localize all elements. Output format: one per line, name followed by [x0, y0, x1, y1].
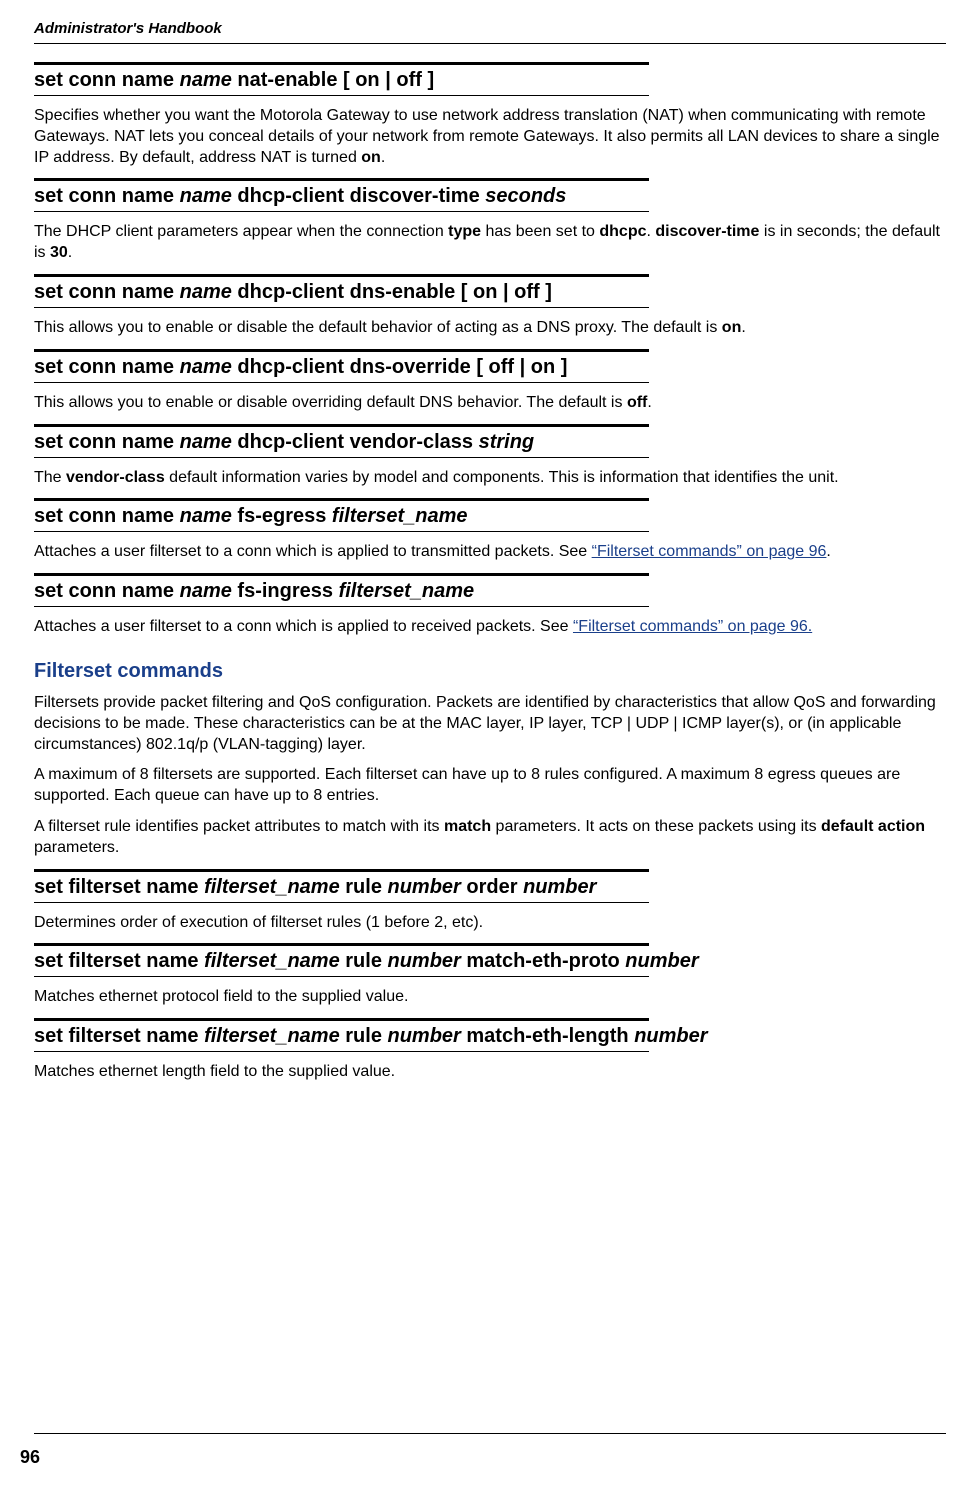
conn-command-description: This allows you to enable or disable ove…: [34, 393, 946, 414]
header-rule: [34, 43, 946, 44]
cross-reference-link[interactable]: “Filterset commands” on page 96: [592, 543, 827, 560]
filterset-intro-paragraph: Filtersets provide packet filtering and …: [34, 693, 946, 755]
conn-command-heading: set conn name name dhcp-client dns-overr…: [34, 354, 946, 380]
filterset-intro-paragraph: A filterset rule identifies packet attri…: [34, 817, 946, 859]
conn-command-block: set conn name name nat-enable [ on | off…: [34, 62, 946, 168]
conn-commands-list: set conn name name nat-enable [ on | off…: [34, 62, 946, 638]
footer-rule: [34, 1433, 946, 1434]
command-sub-rule: [34, 211, 649, 212]
conn-command-heading: set conn name name dhcp-client vendor-cl…: [34, 429, 946, 455]
filterset-intro: Filtersets provide packet filtering and …: [34, 693, 946, 859]
filterset-command-block: set filterset name filterset_name rule n…: [34, 869, 946, 934]
conn-command-heading: set conn name name fs-egress filterset_n…: [34, 503, 946, 529]
conn-command-description: This allows you to enable or disable the…: [34, 318, 946, 339]
command-sub-rule: [34, 457, 649, 458]
running-header: Administrator's Handbook: [34, 20, 946, 37]
command-sub-rule: [34, 902, 649, 903]
conn-command-heading: set conn name name dhcp-client discover-…: [34, 183, 946, 209]
filterset-command-heading: set filterset name filterset_name rule n…: [34, 1023, 946, 1049]
command-top-rule: [34, 349, 649, 352]
filterset-command-description: Matches ethernet length field to the sup…: [34, 1062, 946, 1083]
command-sub-rule: [34, 95, 649, 96]
conn-command-block: set conn name name fs-ingress filterset_…: [34, 573, 946, 638]
command-top-rule: [34, 943, 649, 946]
cross-reference-link[interactable]: “Filterset commands” on page 96.: [573, 618, 812, 635]
conn-command-block: set conn name name dhcp-client vendor-cl…: [34, 424, 946, 489]
command-sub-rule: [34, 307, 649, 308]
filterset-command-block: set filterset name filterset_name rule n…: [34, 1018, 946, 1083]
conn-command-heading: set conn name name fs-ingress filterset_…: [34, 578, 946, 604]
command-sub-rule: [34, 382, 649, 383]
filterset-intro-paragraph: A maximum of 8 filtersets are supported.…: [34, 765, 946, 807]
page-number: 96: [20, 1447, 40, 1468]
conn-command-description: Attaches a user filterset to a conn whic…: [34, 617, 946, 638]
command-top-rule: [34, 178, 649, 181]
conn-command-block: set conn name name fs-egress filterset_n…: [34, 498, 946, 563]
command-top-rule: [34, 869, 649, 872]
filterset-command-block: set filterset name filterset_name rule n…: [34, 943, 946, 1008]
conn-command-block: set conn name name dhcp-client dns-overr…: [34, 349, 946, 414]
page-container: Administrator's Handbook set conn name n…: [0, 0, 980, 1486]
command-top-rule: [34, 573, 649, 576]
command-sub-rule: [34, 976, 649, 977]
filterset-command-description: Matches ethernet protocol field to the s…: [34, 987, 946, 1008]
conn-command-description: Specifies whether you want the Motorola …: [34, 106, 946, 168]
conn-command-heading: set conn name name dhcp-client dns-enabl…: [34, 279, 946, 305]
conn-command-description: The vendor-class default information var…: [34, 468, 946, 489]
command-top-rule: [34, 498, 649, 501]
command-sub-rule: [34, 531, 649, 532]
conn-command-description: Attaches a user filterset to a conn whic…: [34, 542, 946, 563]
conn-command-block: set conn name name dhcp-client dns-enabl…: [34, 274, 946, 339]
conn-command-heading: set conn name name nat-enable [ on | off…: [34, 67, 946, 93]
command-top-rule: [34, 62, 649, 65]
section-title-filterset: Filterset commands: [34, 660, 946, 683]
filterset-commands-list: set filterset name filterset_name rule n…: [34, 869, 946, 1083]
filterset-command-heading: set filterset name filterset_name rule n…: [34, 948, 946, 974]
conn-command-block: set conn name name dhcp-client discover-…: [34, 178, 946, 264]
filterset-command-description: Determines order of execution of filters…: [34, 913, 946, 934]
command-top-rule: [34, 424, 649, 427]
filterset-command-heading: set filterset name filterset_name rule n…: [34, 874, 946, 900]
command-top-rule: [34, 1018, 649, 1021]
conn-command-description: The DHCP client parameters appear when t…: [34, 222, 946, 264]
command-top-rule: [34, 274, 649, 277]
command-sub-rule: [34, 606, 649, 607]
command-sub-rule: [34, 1051, 649, 1052]
